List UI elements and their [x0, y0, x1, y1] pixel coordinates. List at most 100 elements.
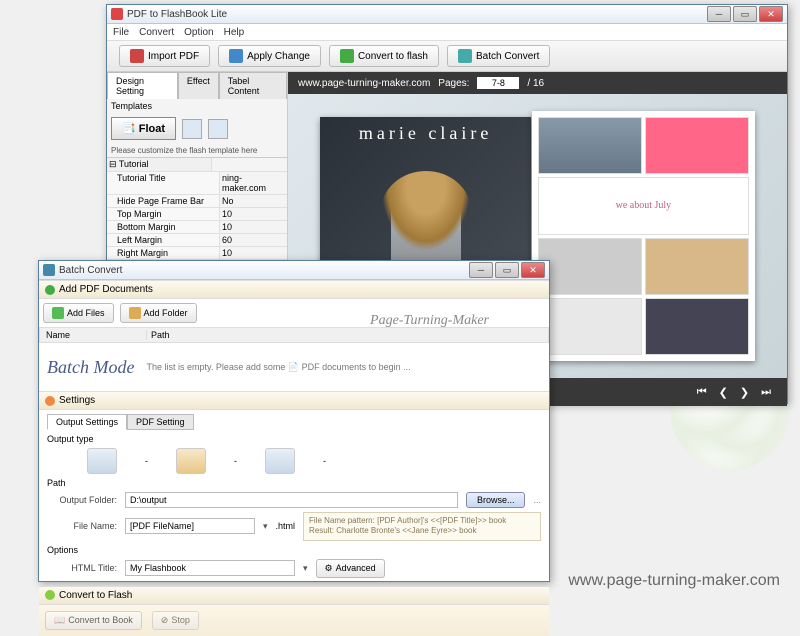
app-title: PDF to FlashBook Lite: [127, 9, 707, 20]
property-value[interactable]: 10: [220, 247, 287, 259]
thumb: [645, 117, 749, 174]
page-headline: we about July: [538, 177, 749, 234]
stop-button[interactable]: ⊘ Stop: [152, 611, 199, 630]
html-title-label: HTML Title:: [47, 563, 117, 573]
pattern-help: File Name pattern: [PDF Author]'s <<[PDF…: [303, 512, 541, 541]
add-icon: [45, 285, 55, 295]
maximize-button[interactable]: ▭: [495, 262, 519, 278]
convert-bar: 📖 Convert to Book ⊘ Stop: [39, 605, 549, 636]
output-folder-field[interactable]: D:\output: [125, 492, 458, 508]
convert-to-book-button[interactable]: 📖 Convert to Book: [45, 611, 142, 630]
property-key: Right Margin: [107, 247, 220, 259]
app-icon: [111, 8, 123, 20]
property-row: Hide Page Frame BarNo: [107, 195, 287, 208]
preview-url: www.page-turning-maker.com: [298, 78, 430, 89]
filename-field[interactable]: [PDF FileName]: [125, 518, 255, 534]
property-key: ⊟ Tutorial: [107, 158, 212, 171]
thumb: [538, 117, 642, 174]
prev-page-button[interactable]: ❮: [719, 386, 728, 399]
batch-window: Batch Convert ─ ▭ ✕ Add PDF Documents Ad…: [38, 260, 550, 582]
next-page-button[interactable]: ❯: [740, 386, 749, 399]
batch-titlebar: Batch Convert ─ ▭ ✕: [39, 261, 549, 280]
settings-header: Settings: [39, 391, 549, 410]
play-icon: [45, 590, 55, 600]
import-pdf-button[interactable]: Import PDF: [119, 45, 210, 67]
output-type-exe-icon[interactable]: [265, 448, 295, 474]
float-button[interactable]: 📑 Float: [111, 117, 176, 140]
output-folder-label: Output Folder:: [47, 495, 117, 505]
property-key: Left Margin: [107, 234, 220, 246]
menu-convert[interactable]: Convert: [139, 27, 174, 38]
pages-label: Pages:: [438, 78, 469, 89]
templates-row: 📑 Float: [107, 113, 287, 144]
preview-bar: www.page-turning-maker.com Pages: / 16: [288, 72, 787, 94]
tab-table-content[interactable]: Tabel Content: [219, 72, 287, 99]
first-page-button[interactable]: ⏮: [697, 386, 707, 399]
property-value[interactable]: 10: [220, 208, 287, 220]
property-value[interactable]: 10: [220, 221, 287, 233]
filename-ext: .html: [276, 521, 296, 531]
templates-label: Templates: [107, 99, 287, 113]
batch-mode-logo: Batch Mode: [47, 357, 134, 378]
property-value[interactable]: 60: [220, 234, 287, 246]
menubar: File Convert Option Help: [107, 24, 787, 41]
menu-help[interactable]: Help: [224, 27, 245, 38]
footer-url: www.page-turning-maker.com: [568, 572, 780, 590]
property-key: Bottom Margin: [107, 221, 220, 233]
add-docs-header: Add PDF Documents: [39, 280, 549, 299]
property-row: Right Margin10: [107, 247, 287, 260]
empty-message: The list is empty. Please add some 📄 PDF…: [146, 362, 410, 373]
maximize-button[interactable]: ▭: [733, 6, 757, 22]
page-total: / 16: [527, 78, 544, 89]
close-button[interactable]: ✕: [759, 6, 783, 22]
main-toolbar: Import PDF Apply Change Convert to flash…: [107, 41, 787, 72]
output-type-html-icon[interactable]: [87, 448, 117, 474]
browse-button[interactable]: Browse...: [466, 492, 526, 508]
minimize-button[interactable]: ─: [707, 6, 731, 22]
minimize-button[interactable]: ─: [469, 262, 493, 278]
brand-watermark: Page-Turning-Maker: [370, 313, 489, 329]
property-row: ⊟ Tutorial: [107, 158, 287, 172]
page-input[interactable]: [477, 77, 519, 89]
thumb: [645, 298, 749, 355]
batch-app-icon: [43, 264, 55, 276]
sidebar-tabs: Design Setting Effect Tabel Content: [107, 72, 287, 99]
property-key: Top Margin: [107, 208, 220, 220]
template-hint: Please customize the flash template here: [107, 144, 287, 157]
property-key: Hide Page Frame Bar: [107, 195, 220, 207]
close-button[interactable]: ✕: [521, 262, 545, 278]
last-page-button[interactable]: ⏭: [761, 386, 771, 399]
property-row: Bottom Margin10: [107, 221, 287, 234]
pdf-icon: [130, 49, 144, 63]
property-key: Tutorial Title: [107, 172, 220, 194]
output-type-label: Output type: [47, 434, 541, 444]
tab-design-setting[interactable]: Design Setting: [107, 72, 178, 99]
menu-option[interactable]: Option: [184, 27, 213, 38]
batch-icon: [458, 49, 472, 63]
magazine-masthead: marie claire: [359, 123, 492, 144]
flash-icon: [340, 49, 354, 63]
advanced-button[interactable]: ⚙ Advanced: [316, 559, 385, 578]
open-template-icon[interactable]: [208, 119, 228, 139]
html-title-field[interactable]: My Flashbook: [125, 560, 295, 576]
property-value[interactable]: No: [220, 195, 287, 207]
settings-body: Output Settings PDF Setting Output type …: [39, 410, 549, 586]
options-label: Options: [47, 545, 541, 555]
tab-effect[interactable]: Effect: [178, 72, 219, 99]
tab-pdf-setting[interactable]: PDF Setting: [127, 414, 194, 430]
output-type-zip-icon[interactable]: [176, 448, 206, 474]
menu-file[interactable]: File: [113, 27, 129, 38]
path-label: Path: [47, 478, 541, 488]
tab-output-settings[interactable]: Output Settings: [47, 414, 127, 430]
save-template-icon[interactable]: [182, 119, 202, 139]
batch-window-controls: ─ ▭ ✕: [469, 262, 545, 278]
convert-flash-button[interactable]: Convert to flash: [329, 45, 439, 67]
add-files-button[interactable]: Add Files: [43, 303, 114, 323]
property-value[interactable]: ning-maker.com: [220, 172, 287, 194]
apply-change-button[interactable]: Apply Change: [218, 45, 321, 67]
output-type-row: - - -: [47, 448, 541, 474]
add-folder-button[interactable]: Add Folder: [120, 303, 197, 323]
batch-convert-button[interactable]: Batch Convert: [447, 45, 550, 67]
file-list-header: Name Path: [39, 327, 549, 343]
col-path: Path: [147, 330, 546, 340]
